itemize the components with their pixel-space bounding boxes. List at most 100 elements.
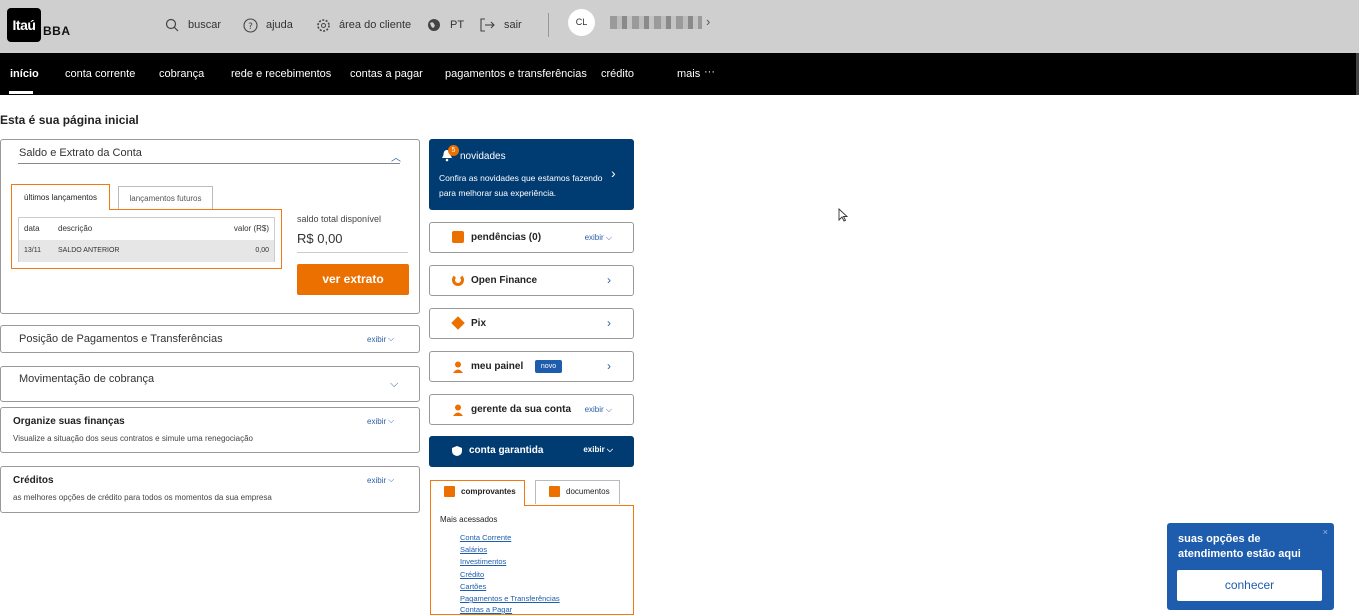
exibir-label: exibir [367,475,387,485]
pix-label: Pix [471,318,487,329]
main-nav: início conta corrente cobrança rede e re… [0,53,1359,95]
person-icon [452,403,464,416]
novidades-text: Confira as novidades que estamos fazendo… [439,173,603,198]
exibir-label: exibir [367,416,387,426]
help-widget-text: suas opções de atendimento estão aqui [1178,533,1301,560]
creditos-exibir-button[interactable]: exibir ⌵ [367,475,394,485]
search-button[interactable]: buscar [164,16,221,34]
novo-badge: novo [535,360,562,373]
mouse-cursor-icon [838,207,849,227]
pendencias-exibir-button[interactable]: exibir ⌵ [585,233,612,243]
pagamentos-title: Posição de Pagamentos e Transferências [19,333,223,345]
help-label: ajuda [266,19,293,31]
meu-painel-card[interactable]: meu painel novo › [429,351,634,382]
tab-documentos[interactable]: documentos [535,480,620,504]
pendencias-card[interactable]: pendências (0) exibir ⌵ [429,222,634,253]
cobranca-title: Movimentação de cobrança [19,373,155,385]
saldo-total-value: R$ 0,00 [297,231,343,246]
bba-logo-text: BBA [43,24,71,38]
chevron-right-icon: › [607,359,611,373]
chevron-up-icon[interactable]: ︿ [391,149,401,164]
tab-ultimos-lancamentos[interactable]: últimos lançamentos [11,184,110,210]
chevron-right-icon[interactable]: › [706,14,710,29]
novidades-badge: 5 [448,145,459,156]
search-label: buscar [188,19,222,31]
nav-item-cobranca[interactable]: cobrança [159,68,204,80]
chevron-down-icon: ⌵ [388,334,395,343]
client-area-button[interactable]: área do cliente [315,16,411,34]
nav-item-pagamentos[interactable]: pagamentos e transferências [445,68,587,80]
chevron-right-icon: › [607,316,611,330]
financas-title: Organize suas finanças [13,416,125,427]
receipt-icon [444,486,455,497]
transactions-table: data descrição valor (R$) 13/11 SALDO AN… [18,217,275,262]
exibir-label: exibir [367,334,387,344]
ver-extrato-button[interactable]: ver extrato [297,264,409,295]
column-header-descricao: descrição [58,224,93,233]
language-button[interactable]: PT [426,16,464,34]
tab-lancamentos-futuros[interactable]: lançamentos futuros [118,186,213,210]
chevron-down-icon: ⌵ [388,475,395,484]
financas-subtitle: Visualize a situação dos seus contratos … [13,434,253,443]
pendencias-label: pendências (0) [471,232,542,243]
mais-acessados-heading: Mais acessados [440,515,498,524]
link-salarios[interactable]: Salários [460,545,487,554]
link-credito[interactable]: Crédito [460,570,484,579]
shield-icon [451,444,463,462]
client-area-label: área do cliente [339,19,412,31]
nav-item-rede-recebimentos[interactable]: rede e recebimentos [231,68,331,80]
link-cartoes[interactable]: Cartões [460,582,486,591]
novidades-title: novidades [460,151,506,162]
nav-item-contas-a-pagar[interactable]: contas a pagar [350,68,423,80]
open-finance-card[interactable]: Open Finance › [429,265,634,296]
pix-card[interactable]: Pix › [429,308,634,339]
link-investimentos[interactable]: Investimentos [460,557,506,566]
blurred-user-name[interactable] [610,16,702,29]
link-pagamentos-transferencias[interactable]: Pagamentos e Transferências [460,594,560,603]
nav-item-credito[interactable]: crédito [601,68,634,80]
avatar[interactable]: CL [568,9,595,36]
link-conta-corrente[interactable]: Conta Corrente [460,533,511,542]
logout-icon [480,17,496,33]
pagamentos-exibir-button[interactable]: exibir ⌵ [367,334,394,344]
divider [297,252,408,253]
creditos-title: Créditos [13,475,54,486]
financas-card [0,407,420,453]
pix-icon [451,316,465,330]
table-cell-descricao: SALDO ANTERIOR [58,247,120,254]
open-finance-icon [452,274,464,286]
column-header-data: data [24,224,40,233]
creditos-card [0,466,420,513]
table-row: 13/11 SALDO ANTERIOR 0,00 [19,240,274,262]
conhecer-button[interactable]: conhecer [1177,570,1322,601]
tab-comprovantes[interactable]: comprovantes [430,480,525,506]
gerente-card[interactable]: gerente da sua conta exibir ⌵ [429,394,634,425]
logout-button[interactable]: sair [480,16,522,34]
conta-garantida-label: conta garantida [469,445,544,456]
topbar-divider [548,13,549,37]
itau-logo[interactable]: Itaú [7,8,41,42]
gerente-exibir-button[interactable]: exibir ⌵ [585,405,612,415]
help-icon: ? [242,17,258,33]
chevron-down-icon[interactable]: ⌵ [390,378,398,391]
help-button[interactable]: ? ajuda [242,16,293,34]
nav-item-inicio[interactable]: início [10,68,39,80]
financas-exibir-button[interactable]: exibir ⌵ [367,416,394,426]
close-icon[interactable]: × [1323,527,1328,537]
logout-label: sair [504,19,522,31]
chevron-down-icon: ⌵ [388,416,395,425]
nav-item-mais[interactable]: mais [677,68,700,80]
novidades-card[interactable]: 5 novidades Confira as novidades que est… [429,139,634,210]
garantida-exibir-button[interactable]: exibir ⌵ [583,445,613,455]
conta-garantida-card[interactable]: conta garantida exibir ⌵ [429,436,634,467]
more-dots-icon[interactable]: ··· [704,66,715,78]
creditos-subtitle: as melhores opções de crédito para todos… [13,493,272,502]
chevron-right-icon: › [607,273,611,287]
nav-item-conta-corrente[interactable]: conta corrente [65,68,135,80]
table-cell-data: 13/11 [24,247,41,254]
tab-documentos-label: documentos [566,487,610,496]
gerente-label: gerente da sua conta [471,404,572,415]
saldo-card-title[interactable]: Saldo e Extrato da Conta [19,147,142,159]
open-finance-label: Open Finance [471,275,538,286]
folder-icon [549,486,560,497]
